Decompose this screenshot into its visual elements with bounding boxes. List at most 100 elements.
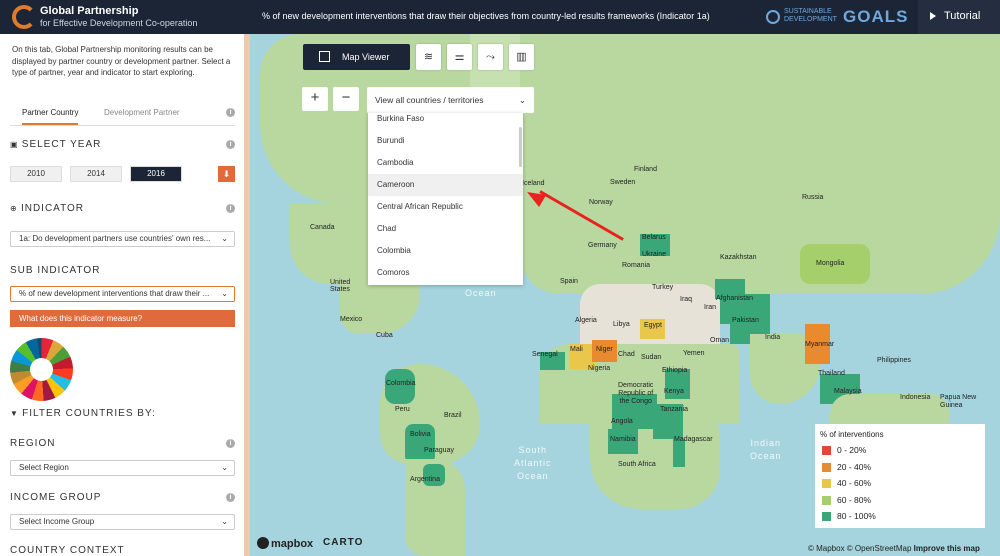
- indicator-label: INDICATOR: [20, 203, 85, 214]
- tutorial-button[interactable]: Tutorial: [918, 0, 1000, 34]
- legend-label: 60 - 80%: [837, 494, 872, 505]
- info-icon[interactable]: i: [226, 140, 235, 149]
- calendar-icon: ▣: [10, 140, 22, 149]
- income-label: INCOME GROUP: [10, 492, 102, 503]
- sdg-logo-text: SUSTAINABLE DEVELOPMENT: [784, 8, 837, 24]
- info-icon[interactable]: i: [226, 493, 235, 502]
- label-indonesia: Indonesia: [900, 394, 931, 401]
- bar-chart-icon[interactable]: ▥: [509, 44, 534, 70]
- dropdown-item[interactable]: Burkina Faso: [368, 113, 523, 130]
- select-year-heading: ▣ SELECT YEAR: [10, 139, 101, 150]
- label-colombia: Colombia: [386, 380, 416, 387]
- play-icon: [930, 12, 936, 20]
- filter-heading: ▼ FILTER COUNTRIES BY:: [10, 408, 156, 419]
- dropdown-scrollbar[interactable]: [519, 127, 522, 167]
- label-yemen: Yemen: [683, 350, 705, 357]
- mapbox-logo[interactable]: mapbox: [257, 537, 313, 550]
- partner-tabs: Partner Country Development Partner i: [10, 104, 235, 126]
- label-drc: Democratic Republic of the Congo: [618, 382, 654, 405]
- label-canada: Canada: [310, 224, 335, 231]
- info-icon[interactable]: i: [226, 204, 235, 213]
- label-madagascar: Madagascar: [674, 436, 713, 443]
- label-russia: Russia: [802, 194, 824, 201]
- country-context-label: COUNTRY CONTEXT: [10, 545, 125, 556]
- label-bolivia: Bolivia: [410, 431, 431, 438]
- dropdown-item[interactable]: Burundi: [368, 130, 523, 152]
- legend-item: 0 - 20%: [820, 442, 980, 459]
- map-viewer-button[interactable]: Map Viewer: [303, 44, 410, 70]
- indicator-select[interactable]: 1a: Do development partners use countrie…: [10, 231, 235, 247]
- legend-swatch: [822, 462, 831, 472]
- label-cuba: Cuba: [376, 332, 393, 339]
- region-select-value: Select Region: [19, 463, 69, 472]
- carto-logo[interactable]: CARTO: [323, 537, 363, 548]
- dropdown-item-highlighted[interactable]: Cameroon: [368, 174, 523, 196]
- tab-development-partner[interactable]: Development Partner: [104, 108, 180, 117]
- zoom-in-button[interactable]: +: [302, 87, 328, 111]
- label-namibia: Namibia: [610, 436, 636, 443]
- grid-icon: [319, 51, 330, 62]
- label-brazil: Brazil: [444, 412, 462, 419]
- sdg-wheel-center: [30, 358, 53, 381]
- sdg-goals-text: GOALS: [843, 7, 909, 26]
- tab-partner-country[interactable]: Partner Country: [22, 108, 79, 125]
- label-chad: Chad: [618, 351, 635, 358]
- dropdown-item[interactable]: Comoros: [368, 262, 523, 284]
- dropdown-item[interactable]: Chad: [368, 218, 523, 240]
- legend-label: 40 - 60%: [837, 478, 872, 488]
- label-senegal: Senegal: [532, 351, 558, 358]
- filter-label: FILTER COUNTRIES BY:: [22, 408, 156, 419]
- region-select[interactable]: Select Region ⌄: [10, 460, 235, 476]
- label-angola: Angola: [611, 418, 633, 425]
- label-iraq: Iraq: [680, 296, 693, 303]
- country-bolivia[interactable]: [405, 424, 435, 464]
- brand-title: Global Partnership: [40, 5, 139, 17]
- what-measure-button[interactable]: What does this indicator measure?: [10, 310, 235, 327]
- dropdown-item[interactable]: Central African Republic: [368, 196, 523, 218]
- dropdown-item[interactable]: Colombia: [368, 240, 523, 262]
- label-iceland: Iceland: [522, 180, 545, 187]
- gpedc-logo-icon: [12, 5, 36, 29]
- map-legend: % of interventions 0 - 20% 20 - 40% 40 -…: [815, 424, 985, 528]
- year-2016-button[interactable]: 2016: [130, 166, 182, 182]
- label-sweden: Sweden: [610, 179, 636, 186]
- attribution-text[interactable]: © Mapbox © OpenStreetMap: [808, 544, 911, 553]
- label-afghanistan: Afghanistan: [716, 295, 753, 302]
- dropdown-item[interactable]: Cambodia: [368, 152, 523, 174]
- intro-text: On this tab, Global Partnership monitori…: [12, 45, 231, 77]
- sub-indicator-label: SUB INDICATOR: [10, 265, 101, 276]
- sub-indicator-select[interactable]: % of new development interventions that …: [10, 286, 235, 302]
- improve-map-link[interactable]: Improve this map: [914, 544, 980, 553]
- year-2010-button[interactable]: 2010: [10, 166, 62, 182]
- country-madagascar[interactable]: [673, 439, 685, 467]
- label-mali: Mali: [570, 346, 583, 353]
- label-peru: Peru: [395, 406, 410, 413]
- country-select[interactable]: View all countries / territories ⌄: [367, 87, 534, 113]
- label-india: India: [765, 334, 781, 341]
- info-icon[interactable]: i: [226, 108, 235, 117]
- label-pakistan: Pakistan: [732, 317, 759, 324]
- share-icon[interactable]: ⤳: [478, 44, 503, 70]
- chevron-down-icon: ⌄: [221, 517, 228, 526]
- land-mexico: [340, 284, 420, 334]
- info-icon[interactable]: i: [226, 439, 235, 448]
- sub-indicator-select-value: % of new development interventions that …: [19, 289, 210, 298]
- label-argentina: Argentina: [410, 476, 440, 483]
- legend-swatch: [822, 446, 831, 455]
- zoom-out-button[interactable]: −: [333, 87, 359, 111]
- layers-icon[interactable]: ≋: [416, 44, 441, 70]
- country-dropdown[interactable]: Burkina Faso Burundi Cambodia Cameroon C…: [368, 113, 523, 285]
- sliders-icon[interactable]: ⚌: [447, 44, 472, 70]
- filter-icon: ▼: [10, 409, 23, 418]
- select-year-label: SELECT YEAR: [21, 139, 102, 150]
- label-iran: Iran: [704, 304, 717, 311]
- tutorial-label: Tutorial: [944, 10, 981, 22]
- income-select[interactable]: Select Income Group ⌄: [10, 514, 235, 530]
- download-icon[interactable]: ⬇: [218, 166, 235, 182]
- brand-subtitle: for Effective Development Co-operation: [40, 18, 198, 28]
- year-2014-button[interactable]: 2014: [70, 166, 122, 182]
- legend-title: % of interventions: [820, 430, 884, 439]
- sidebar: On this tab, Global Partnership monitori…: [0, 34, 244, 556]
- legend-swatch: [822, 495, 831, 505]
- label-algeria: Algeria: [575, 317, 597, 324]
